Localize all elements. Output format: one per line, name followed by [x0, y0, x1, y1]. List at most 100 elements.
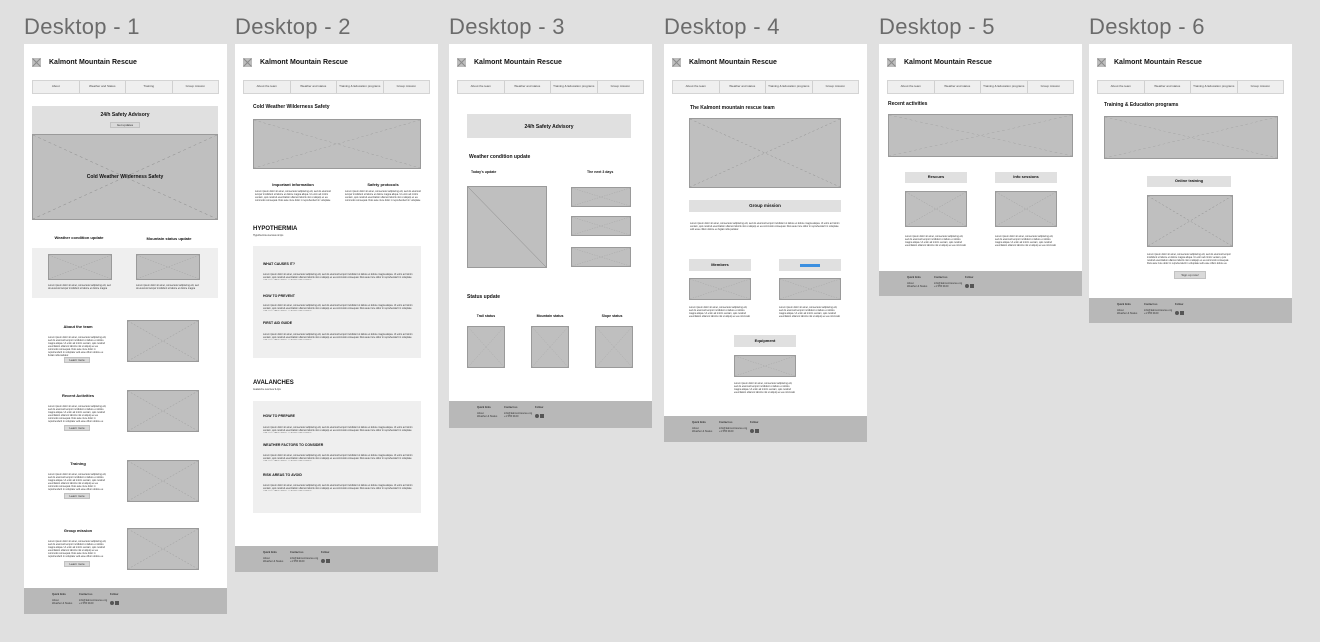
equipment-text: Lorem ipsum dolor sit amet, consectetur … [734, 382, 795, 394]
nav-item-about[interactable]: About [33, 81, 80, 93]
facebook-icon[interactable] [1180, 310, 1184, 315]
nav-item-training[interactable]: Training & Education programs [1191, 81, 1238, 93]
group-mission-image [127, 528, 199, 570]
team-image [689, 118, 841, 188]
advisory-title: 24/h Safety Advisory [524, 124, 574, 130]
nav-item-weather[interactable]: Weather and status [935, 81, 981, 93]
nav-item-weather[interactable]: Weather and status [505, 81, 551, 93]
nav-item-about[interactable]: About the team [673, 81, 720, 93]
hypo-first-aid-text: Lorem ipsum dolor sit amet, consectetur … [263, 333, 413, 340]
nav-item-weather[interactable]: Weather and Status [80, 81, 126, 93]
frame-desktop-5[interactable]: Kalmont Mountain Rescue About the team W… [879, 44, 1082, 296]
training-title: Training [70, 461, 86, 466]
recent-activities-title: Recent Activities [61, 393, 95, 398]
site-footer: Quick links About Weather & Status Conta… [1089, 298, 1292, 323]
facebook-icon[interactable] [755, 428, 759, 433]
main-nav: About the team Weather and status Traini… [672, 80, 859, 94]
training-learn-more-button[interactable]: Learn more [64, 493, 90, 499]
main-nav: About the team Weather and status Traini… [457, 80, 644, 94]
recent-activities-image [127, 390, 199, 432]
selection-highlight[interactable] [800, 264, 820, 267]
about-team-image [127, 320, 199, 362]
facebook-icon[interactable] [970, 283, 974, 288]
footer-col-contact: Contact us info@kalmontrescue.org +1 555… [1144, 303, 1173, 315]
nav-item-group-mission[interactable]: Group mission [598, 81, 644, 93]
sign-up-button[interactable]: Sign up now! [1174, 271, 1206, 279]
instagram-icon[interactable] [750, 428, 754, 433]
group-learn-more-button[interactable]: Learn more [64, 561, 90, 567]
logo-icon[interactable] [672, 57, 681, 67]
logo-icon[interactable] [32, 57, 41, 67]
footer-col-follow: Follow [750, 421, 760, 434]
nav-item-group-mission[interactable]: Group mission [1238, 81, 1284, 93]
nav-item-training[interactable]: Training & Education programs [551, 81, 598, 93]
nav-item-weather[interactable]: Weather and status [1145, 81, 1191, 93]
nav-item-about[interactable]: About the team [458, 81, 505, 93]
nav-item-weather[interactable]: Weather and status [720, 81, 766, 93]
main-nav: About the team Weather and status Traini… [243, 80, 430, 94]
facebook-icon[interactable] [540, 413, 544, 418]
frame-desktop-3[interactable]: Kalmont Mountain Rescue About the team W… [449, 44, 652, 428]
logo-icon[interactable] [887, 57, 896, 67]
aval-item-prepare: HOW TO PREPARE [263, 414, 295, 418]
trail-status-label: Trail status [476, 314, 496, 318]
logo-icon[interactable] [457, 57, 466, 67]
instagram-icon[interactable] [321, 558, 325, 563]
footer-col-contact: Contact us info@kalmontrescue.org +1 555… [934, 276, 963, 288]
hypo-prevent-text: Lorem ipsum dolor sit amet, consectetur … [263, 304, 413, 311]
nav-item-about[interactable]: About the team [888, 81, 935, 93]
recent-learn-more-button[interactable]: Learn more [64, 425, 90, 431]
nav-item-group-mission[interactable]: Group mission [173, 81, 219, 93]
instagram-icon[interactable] [1175, 310, 1179, 315]
site-footer: Quick links About Weather & Status Conta… [664, 416, 867, 442]
frame-desktop-2[interactable]: Kalmont Mountain Rescue About the team W… [235, 44, 438, 572]
slope-status-label: Slope status [601, 314, 623, 318]
aval-risk-text: Lorem ipsum dolor sit amet, consectetur … [263, 484, 413, 491]
instagram-icon[interactable] [965, 283, 969, 288]
site-header: Kalmont Mountain Rescue [1089, 44, 1292, 80]
nav-item-about[interactable]: About the team [1098, 81, 1145, 93]
frame-desktop-6[interactable]: Kalmont Mountain Rescue About the team W… [1089, 44, 1292, 323]
logo-icon[interactable] [1097, 57, 1106, 67]
members-image-2 [779, 278, 841, 300]
forecast-day-2-image [571, 216, 631, 236]
forecast-day-1-image [571, 187, 631, 207]
get-updates-button[interactable]: Get updates [110, 122, 140, 128]
info-sessions-image [995, 191, 1057, 227]
footer-col-links: Quick links About Weather & Status [907, 276, 928, 288]
frame-desktop-4[interactable]: Kalmont Mountain Rescue About the team W… [664, 44, 867, 442]
footer-col-links: Quick links About Weather & Status [692, 421, 713, 433]
about-learn-more-button[interactable]: Learn more [64, 357, 90, 363]
mountain-update-heading: Mountain status update [146, 236, 192, 241]
nav-item-training[interactable]: Training & Education programs [337, 81, 384, 93]
nav-item-training[interactable]: Training & Education programs [981, 81, 1028, 93]
mountain-image [136, 254, 200, 280]
training-image [1104, 116, 1278, 159]
footer-col-links: Quick links About Weather & Status [263, 551, 284, 563]
nav-item-training[interactable]: Training [126, 81, 173, 93]
logo-icon[interactable] [243, 57, 252, 67]
nav-item-group-mission[interactable]: Group mission [813, 81, 859, 93]
facebook-icon[interactable] [326, 558, 330, 563]
nav-item-training[interactable]: Training & Education programs [766, 81, 813, 93]
instagram-icon[interactable] [110, 600, 114, 605]
nav-item-group-mission[interactable]: Group mission [1028, 81, 1074, 93]
nav-item-about[interactable]: About the team [244, 81, 291, 93]
about-team-title: About the team [63, 324, 93, 329]
aval-item-risk-areas: RISK AREAS TO AVOID [263, 473, 302, 477]
nav-item-weather[interactable]: Weather and status [291, 81, 337, 93]
frame-label-1: Desktop - 1 [24, 14, 140, 39]
recent-activities-image [888, 114, 1073, 157]
facebook-icon[interactable] [115, 600, 119, 605]
instagram-icon[interactable] [535, 413, 539, 418]
hypo-item-causes: WHAT CAUSES IT? [263, 262, 296, 266]
site-name: Kalmont Mountain Rescue [689, 58, 777, 66]
rescues-image [905, 191, 967, 227]
today-update-label: Today's update [471, 170, 497, 174]
group-mission-text: Lorem ipsum dolor sit amet, consectetur … [690, 222, 840, 231]
frame-desktop-1[interactable]: Kalmont Mountain Rescue About Weather an… [24, 44, 227, 614]
nav-item-group-mission[interactable]: Group mission [384, 81, 430, 93]
footer-col-follow: Follow [1175, 303, 1185, 316]
footer-col-follow: Follow [110, 593, 120, 606]
footer-col-links: Quick links About Weather & Status [477, 406, 498, 418]
